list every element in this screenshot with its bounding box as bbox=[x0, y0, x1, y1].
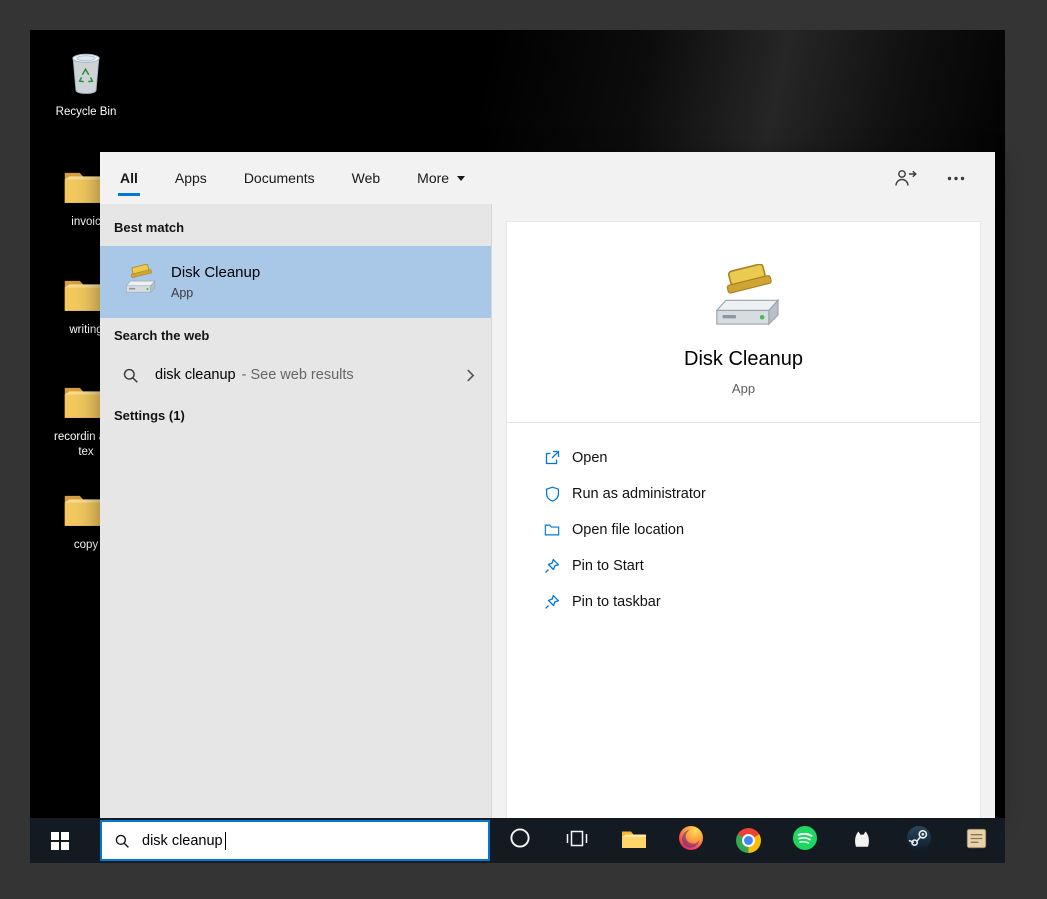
preview-card: Disk Cleanup App Open Run as administrat… bbox=[506, 221, 981, 818]
preview-pane: Disk Cleanup App Open Run as administrat… bbox=[492, 204, 995, 818]
divider bbox=[507, 422, 980, 423]
task-view-icon bbox=[565, 829, 589, 853]
web-suffix: - See web results bbox=[241, 367, 354, 383]
action-open-file-location[interactable]: Open file location bbox=[507, 512, 980, 548]
action-list: Open Run as administrator Open file loca… bbox=[507, 440, 980, 620]
chevron-right-icon bbox=[466, 368, 475, 383]
action-open[interactable]: Open bbox=[507, 440, 980, 476]
desktop-icon-recycle-bin[interactable]: Recycle Bin bbox=[47, 48, 125, 120]
text-caret bbox=[224, 831, 226, 850]
tab-web[interactable]: Web bbox=[350, 152, 383, 204]
pin-icon bbox=[543, 593, 561, 611]
web-query: disk cleanup bbox=[155, 367, 236, 383]
action-pin-to-start[interactable]: Pin to Start bbox=[507, 548, 980, 584]
search-web-header: Search the web bbox=[114, 328, 210, 343]
account-icon[interactable] bbox=[893, 168, 917, 188]
desktop-icon-label: writing bbox=[69, 324, 103, 336]
chrome-button[interactable] bbox=[727, 818, 769, 863]
search-icon bbox=[114, 833, 130, 849]
taskbar: disk cleanup bbox=[30, 818, 1005, 863]
web-search-result[interactable]: disk cleanup - See web results bbox=[100, 352, 491, 398]
firefox-icon bbox=[678, 825, 704, 856]
disk-cleanup-icon bbox=[120, 264, 158, 301]
white-animal-icon bbox=[850, 826, 874, 855]
search-icon bbox=[122, 367, 139, 384]
steam-button[interactable] bbox=[898, 818, 940, 863]
screen: Recycle Bin invoic writing recordin and … bbox=[0, 0, 1047, 899]
action-pin-to-taskbar[interactable]: Pin to taskbar bbox=[507, 584, 980, 620]
action-run-as-administrator[interactable]: Run as administrator bbox=[507, 476, 980, 512]
result-title: Disk Cleanup bbox=[171, 264, 261, 281]
folder-icon bbox=[543, 521, 561, 539]
preview-title: Disk Cleanup bbox=[684, 348, 803, 370]
search-flyout: All Apps Documents Web More Best match D… bbox=[100, 152, 995, 818]
desktop-icon-label: invoic bbox=[71, 216, 101, 228]
chrome-icon bbox=[735, 828, 761, 853]
file-explorer-button[interactable] bbox=[613, 818, 655, 863]
cortana-button[interactable] bbox=[499, 818, 541, 863]
best-match-result-disk-cleanup[interactable]: Disk Cleanup App bbox=[100, 246, 491, 318]
chevron-down-icon bbox=[457, 175, 466, 181]
spotify-button[interactable] bbox=[784, 818, 826, 863]
preview-subtitle: App bbox=[731, 381, 756, 396]
desktop-icon-label: copy bbox=[73, 539, 99, 551]
shield-icon bbox=[543, 485, 561, 503]
tab-all[interactable]: All bbox=[118, 152, 140, 204]
spotify-icon bbox=[792, 825, 818, 856]
results-pane: Best match Disk Cleanup App Search the w… bbox=[100, 204, 492, 818]
open-icon bbox=[543, 449, 561, 467]
taskbar-search-input[interactable]: disk cleanup bbox=[100, 820, 490, 861]
settings-header: Settings (1) bbox=[114, 408, 185, 423]
desktop-icon-label: Recycle Bin bbox=[55, 106, 117, 118]
recycle-bin-icon bbox=[65, 48, 107, 101]
ellipsis-icon[interactable] bbox=[947, 176, 965, 181]
notes-button[interactable] bbox=[955, 818, 997, 863]
steam-icon bbox=[906, 825, 932, 856]
white-animal-button[interactable] bbox=[841, 818, 883, 863]
task-view-button[interactable] bbox=[556, 818, 598, 863]
tab-more[interactable]: More bbox=[415, 152, 467, 204]
tab-apps[interactable]: Apps bbox=[173, 152, 209, 204]
file-explorer-icon bbox=[621, 828, 647, 854]
cortana-icon bbox=[509, 827, 531, 854]
search-input-value: disk cleanup bbox=[142, 832, 223, 849]
tab-documents[interactable]: Documents bbox=[242, 152, 317, 204]
best-match-header: Best match bbox=[114, 220, 185, 235]
disk-cleanup-icon bbox=[703, 264, 785, 332]
pin-icon bbox=[543, 557, 561, 575]
result-subtitle: App bbox=[171, 286, 194, 300]
search-filter-tabs: All Apps Documents Web More bbox=[100, 152, 995, 204]
notes-icon bbox=[964, 826, 989, 856]
windows-logo-icon bbox=[51, 831, 69, 850]
firefox-button[interactable] bbox=[670, 818, 712, 863]
start-button[interactable] bbox=[30, 818, 90, 863]
